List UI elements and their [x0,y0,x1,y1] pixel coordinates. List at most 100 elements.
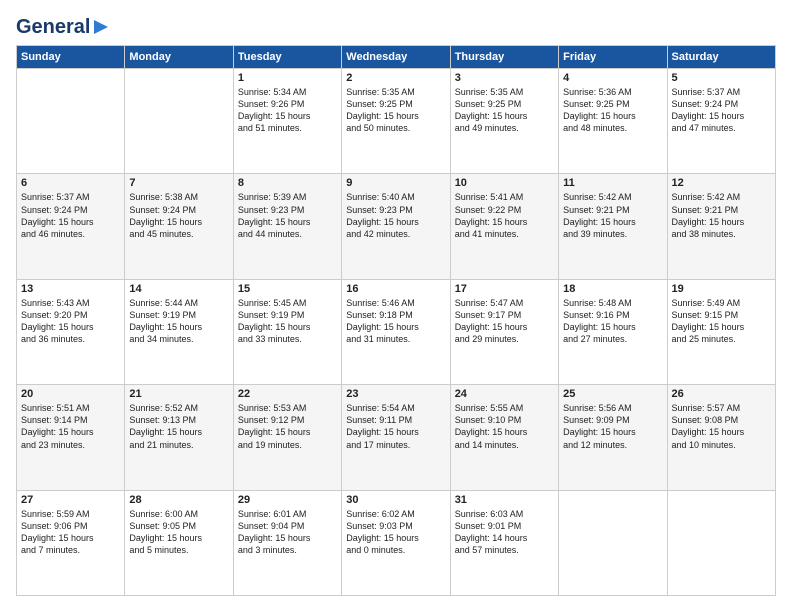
day-info: Sunrise: 6:03 AM Sunset: 9:01 PM Dayligh… [455,508,554,557]
calendar-cell: 26 Sunrise: 5:57 AM Sunset: 9:08 PM Dayli… [667,385,775,490]
weekday-header-thursday: Thursday [450,46,558,69]
calendar-cell: 14 Sunrise: 5:44 AM Sunset: 9:19 PM Dayli… [125,279,233,384]
calendar-cell: 9Sunrise: 5:40 AM Sunset: 9:23 PM Daylig… [342,174,450,279]
day-info: Sunrise: 5:35 AM Sunset: 9:25 PM Dayligh… [455,86,554,135]
day-info: Sunrise: 5:34 AM Sunset: 9:26 PM Dayligh… [238,86,337,135]
calendar-cell: 5 Sunrise: 5:37 AM Sunset: 9:24 PM Daylig… [667,69,775,174]
calendar-cell: 23 Sunrise: 5:54 AM Sunset: 9:11 PM Dayli… [342,385,450,490]
weekday-header-tuesday: Tuesday [233,46,341,69]
week-row-3: 13 Sunrise: 5:43 AM Sunset: 9:20 PM Dayli… [17,279,776,384]
calendar-cell [559,490,667,595]
day-number: 8 [238,177,337,189]
calendar-cell: 19Sunrise: 5:49 AM Sunset: 9:15 PM Dayli… [667,279,775,384]
day-info: Sunrise: 5:39 AM Sunset: 9:23 PM Dayligh… [238,191,337,240]
calendar-cell [125,69,233,174]
calendar-cell: 17Sunrise: 5:47 AM Sunset: 9:17 PM Dayli… [450,279,558,384]
day-info: Sunrise: 5:37 AM Sunset: 9:24 PM Dayligh… [21,191,120,240]
day-info: Sunrise: 5:42 AM Sunset: 9:21 PM Dayligh… [563,191,662,240]
weekday-header-row: SundayMondayTuesdayWednesdayThursdayFrid… [17,46,776,69]
calendar-cell: 21Sunrise: 5:52 AM Sunset: 9:13 PM Dayli… [125,385,233,490]
day-info: Sunrise: 5:57 AM Sunset: 9:08 PM Dayligh… [672,402,771,451]
calendar-cell: 7 Sunrise: 5:38 AM Sunset: 9:24 PM Daylig… [125,174,233,279]
calendar-cell: 13 Sunrise: 5:43 AM Sunset: 9:20 PM Dayli… [17,279,125,384]
calendar-cell: 31 Sunrise: 6:03 AM Sunset: 9:01 PM Dayli… [450,490,558,595]
day-number: 6 [21,177,120,189]
calendar-cell: 16 Sunrise: 5:46 AM Sunset: 9:18 PM Dayli… [342,279,450,384]
weekday-header-monday: Monday [125,46,233,69]
day-number: 23 [346,388,445,400]
day-number: 26 [672,388,771,400]
day-info: Sunrise: 5:47 AM Sunset: 9:17 PM Dayligh… [455,297,554,346]
day-number: 5 [672,72,771,84]
day-number: 16 [346,283,445,295]
day-info: Sunrise: 5:35 AM Sunset: 9:25 PM Dayligh… [346,86,445,135]
logo: General [16,16,110,35]
day-info: Sunrise: 5:41 AM Sunset: 9:22 PM Dayligh… [455,191,554,240]
calendar-cell: 20 Sunrise: 5:51 AM Sunset: 9:14 PM Dayli… [17,385,125,490]
day-info: Sunrise: 5:51 AM Sunset: 9:14 PM Dayligh… [21,402,120,451]
day-info: Sunrise: 5:45 AM Sunset: 9:19 PM Dayligh… [238,297,337,346]
day-number: 29 [238,494,337,506]
calendar-cell: 29 Sunrise: 6:01 AM Sunset: 9:04 PM Dayli… [233,490,341,595]
day-info: Sunrise: 5:44 AM Sunset: 9:19 PM Dayligh… [129,297,228,346]
day-info: Sunrise: 5:48 AM Sunset: 9:16 PM Dayligh… [563,297,662,346]
day-number: 28 [129,494,228,506]
calendar-cell: 24Sunrise: 5:55 AM Sunset: 9:10 PM Dayli… [450,385,558,490]
logo-general: General [16,16,90,39]
weekday-header-wednesday: Wednesday [342,46,450,69]
day-number: 4 [563,72,662,84]
calendar-table: SundayMondayTuesdayWednesdayThursdayFrid… [16,45,776,596]
calendar-cell: 18 Sunrise: 5:48 AM Sunset: 9:16 PM Dayli… [559,279,667,384]
day-info: Sunrise: 6:00 AM Sunset: 9:05 PM Dayligh… [129,508,228,557]
day-number: 11 [563,177,662,189]
calendar-cell: 27Sunrise: 5:59 AM Sunset: 9:06 PM Dayli… [17,490,125,595]
day-info: Sunrise: 5:53 AM Sunset: 9:12 PM Dayligh… [238,402,337,451]
calendar-cell: 28 Sunrise: 6:00 AM Sunset: 9:05 PM Dayli… [125,490,233,595]
day-number: 20 [21,388,120,400]
calendar-cell [17,69,125,174]
day-info: Sunrise: 5:49 AM Sunset: 9:15 PM Dayligh… [672,297,771,346]
day-number: 15 [238,283,337,295]
day-number: 1 [238,72,337,84]
weekday-header-friday: Friday [559,46,667,69]
weekday-header-saturday: Saturday [667,46,775,69]
week-row-2: 6 Sunrise: 5:37 AM Sunset: 9:24 PM Daylig… [17,174,776,279]
calendar-cell: 3Sunrise: 5:35 AM Sunset: 9:25 PM Daylig… [450,69,558,174]
calendar-cell: 6 Sunrise: 5:37 AM Sunset: 9:24 PM Daylig… [17,174,125,279]
week-row-1: 1 Sunrise: 5:34 AM Sunset: 9:26 PM Daylig… [17,69,776,174]
day-number: 7 [129,177,228,189]
calendar-cell: 4Sunrise: 5:36 AM Sunset: 9:25 PM Daylig… [559,69,667,174]
page: General SundayMondayTuesdayWednesdayThur… [0,0,792,612]
day-info: Sunrise: 6:02 AM Sunset: 9:03 PM Dayligh… [346,508,445,557]
day-info: Sunrise: 5:42 AM Sunset: 9:21 PM Dayligh… [672,191,771,240]
week-row-5: 27Sunrise: 5:59 AM Sunset: 9:06 PM Dayli… [17,490,776,595]
day-number: 25 [563,388,662,400]
day-number: 18 [563,283,662,295]
day-number: 31 [455,494,554,506]
calendar-cell: 11 Sunrise: 5:42 AM Sunset: 9:21 PM Dayli… [559,174,667,279]
calendar-cell: 1 Sunrise: 5:34 AM Sunset: 9:26 PM Daylig… [233,69,341,174]
header: General [16,16,776,35]
day-number: 13 [21,283,120,295]
calendar-cell: 12Sunrise: 5:42 AM Sunset: 9:21 PM Dayli… [667,174,775,279]
calendar-cell [667,490,775,595]
day-number: 2 [346,72,445,84]
day-info: Sunrise: 5:37 AM Sunset: 9:24 PM Dayligh… [672,86,771,135]
day-number: 9 [346,177,445,189]
day-info: Sunrise: 6:01 AM Sunset: 9:04 PM Dayligh… [238,508,337,557]
day-info: Sunrise: 5:46 AM Sunset: 9:18 PM Dayligh… [346,297,445,346]
day-number: 24 [455,388,554,400]
day-info: Sunrise: 5:38 AM Sunset: 9:24 PM Dayligh… [129,191,228,240]
day-info: Sunrise: 5:43 AM Sunset: 9:20 PM Dayligh… [21,297,120,346]
day-number: 30 [346,494,445,506]
day-info: Sunrise: 5:56 AM Sunset: 9:09 PM Dayligh… [563,402,662,451]
calendar-cell: 15 Sunrise: 5:45 AM Sunset: 9:19 PM Dayli… [233,279,341,384]
calendar-cell: 30 Sunrise: 6:02 AM Sunset: 9:03 PM Dayli… [342,490,450,595]
week-row-4: 20 Sunrise: 5:51 AM Sunset: 9:14 PM Dayli… [17,385,776,490]
calendar-cell: 25 Sunrise: 5:56 AM Sunset: 9:09 PM Dayli… [559,385,667,490]
calendar-cell: 22Sunrise: 5:53 AM Sunset: 9:12 PM Dayli… [233,385,341,490]
day-info: Sunrise: 5:54 AM Sunset: 9:11 PM Dayligh… [346,402,445,451]
day-number: 14 [129,283,228,295]
logo-arrow-icon [92,18,110,36]
day-info: Sunrise: 5:52 AM Sunset: 9:13 PM Dayligh… [129,402,228,451]
